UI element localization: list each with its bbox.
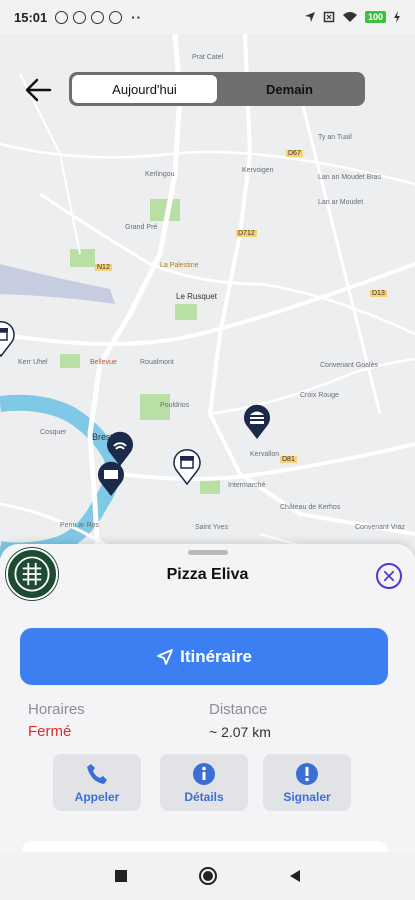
map-view[interactable]: Prat Catel Kerlingou Kervoigen Ty an Tua… — [0, 34, 415, 594]
map-label: Kervoigen — [242, 167, 274, 174]
hours-label: Horaires — [28, 701, 85, 718]
details-label: Détails — [184, 789, 224, 804]
map-label: Kerr Uhel — [18, 359, 48, 366]
info-icon — [193, 762, 215, 785]
map-label: Kervallon — [250, 451, 280, 458]
map-label: Saint Yves — [195, 524, 228, 531]
map-label: Cosquer — [40, 429, 67, 436]
map-label: Lan an Moudet Bras — [318, 174, 382, 181]
cloud-icon — [109, 10, 123, 24]
blocked-icon — [91, 10, 105, 24]
wifi-icon — [342, 12, 357, 22]
map-label: Château de Kerhos — [280, 504, 341, 511]
system-nav-bar — [0, 852, 415, 900]
home-icon[interactable] — [198, 866, 218, 886]
map-label: Croix Rouge — [300, 392, 339, 399]
map-label: Roualmont — [140, 359, 174, 366]
map-label: Bellevue — [90, 359, 117, 366]
road-label: D712 — [236, 230, 257, 237]
map-label: Le Rusquet — [176, 292, 217, 301]
call-label: Appeler — [74, 789, 120, 804]
alarm-icon — [55, 10, 69, 24]
map-label: Intermarché — [228, 482, 266, 489]
place-title: Pizza Eliva — [166, 566, 249, 583]
road-label: D13 — [370, 290, 387, 297]
details-button[interactable]: Détails — [160, 754, 248, 811]
navigation-arrow-icon — [157, 648, 173, 665]
shop-pin-icon[interactable] — [172, 447, 202, 485]
drag-handle[interactable] — [188, 550, 228, 555]
location-icon — [304, 12, 315, 22]
place-details-sheet[interactable]: Pizza Eliva Itinéraire Horaires Fermé Di… — [0, 544, 415, 871]
phone-icon — [87, 763, 107, 784]
hours-value: Fermé — [28, 723, 72, 740]
burger-pin-icon[interactable] — [242, 402, 272, 440]
day-option-today[interactable]: Aujourd'hui — [72, 75, 217, 103]
map-label: Grand Pré — [125, 224, 158, 231]
map-roads — [0, 34, 415, 594]
call-button[interactable]: Appeler — [53, 754, 141, 811]
day-option-tomorrow[interactable]: Demain — [217, 75, 362, 103]
map-label: Lan ar Moudet — [318, 199, 364, 206]
distance-value: ~ 2.07 km — [209, 724, 271, 740]
road-label: N12 — [95, 264, 112, 271]
status-bar: 15:01 ·· 100 — [0, 0, 415, 34]
map-label: Prat Catel — [192, 54, 224, 61]
road-label: D67 — [286, 150, 303, 157]
map-label: Convenant Vraz — [355, 524, 405, 531]
day-toggle[interactable]: Aujourd'hui Demain — [69, 72, 365, 106]
report-label: Signaler — [283, 789, 331, 804]
more-notifications-icon: ·· — [131, 9, 142, 25]
map-label: Convenant Goalès — [320, 362, 378, 369]
truck-pin-icon[interactable] — [96, 459, 126, 497]
map-label: Pouldrios — [160, 402, 190, 409]
map-label: Penn ar Ros — [60, 522, 99, 529]
back-nav-icon[interactable] — [288, 869, 302, 883]
sim-icon — [323, 11, 335, 23]
shop-pin-icon[interactable] — [0, 319, 16, 357]
map-label: Ty an Tuail — [318, 134, 352, 141]
distance-label: Distance — [209, 701, 268, 718]
road-label: D81 — [280, 456, 297, 463]
charging-icon — [394, 11, 400, 23]
directions-label: Itinéraire — [180, 646, 252, 666]
status-time: 15:01 — [14, 9, 48, 25]
map-label: La Palestine — [160, 262, 199, 269]
alert-icon — [296, 762, 318, 785]
back-arrow-icon[interactable] — [22, 74, 54, 106]
map-label: Kerlingou — [145, 171, 175, 178]
report-button[interactable]: Signaler — [263, 754, 351, 811]
directions-button[interactable]: Itinéraire — [20, 628, 388, 685]
recent-apps-icon[interactable] — [114, 869, 128, 883]
blocked-icon — [73, 10, 87, 24]
close-icon[interactable] — [376, 563, 402, 589]
battery-icon: 100 — [364, 11, 386, 23]
